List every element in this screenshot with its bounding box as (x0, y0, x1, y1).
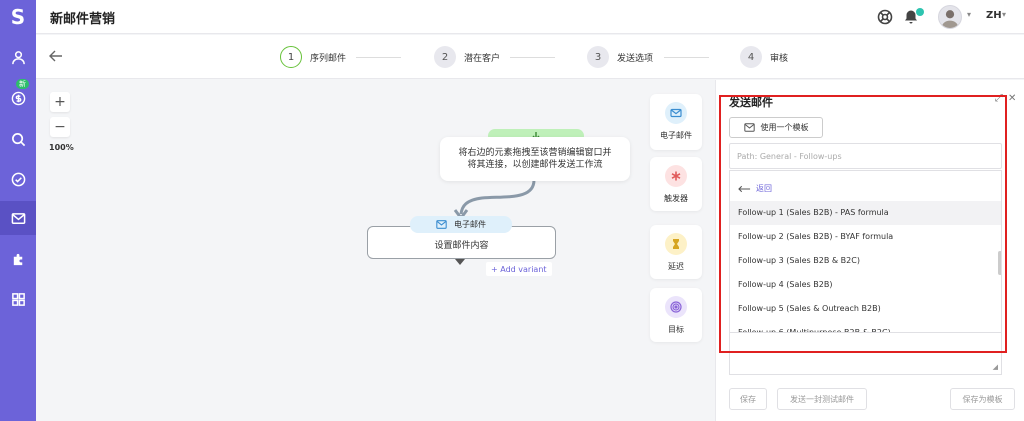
email-node-text: 设置邮件内容 (434, 241, 489, 251)
email-node-tag-label: 电子邮件 (454, 220, 486, 229)
support-icon[interactable] (877, 9, 893, 25)
tool-goal[interactable]: 目标 (650, 288, 702, 342)
sidebar: S 新 (0, 0, 36, 421)
zoom-out-button[interactable]: − (50, 117, 70, 137)
tool-icon-bg (665, 233, 687, 255)
back-link[interactable]: 返回 (738, 183, 772, 194)
template-item[interactable]: Follow-up 2 (Sales B2B) - BYAF formula (730, 225, 1001, 249)
workflow-canvas[interactable]: + − 100% 将右边的元素拖拽至该营销编辑窗口并 将其连接，以创建邮件发送工… (36, 80, 714, 421)
template-item[interactable]: Follow-up 4 (Sales B2B) (730, 273, 1001, 297)
tool-label: 电子邮件 (660, 131, 692, 140)
check-circle-icon (11, 172, 25, 186)
step-4[interactable]: 4 审核 (740, 46, 788, 68)
sidebar-item-integrations[interactable] (0, 242, 36, 276)
step-number: 4 (740, 46, 762, 68)
add-variant-button[interactable]: + Add variant (486, 262, 552, 276)
sidebar-item-search[interactable] (0, 122, 36, 156)
panel-title: 发送邮件 (729, 96, 773, 109)
arrow-left-icon (738, 185, 751, 192)
template-item[interactable]: Follow-up 3 (Sales B2B & B2C) (730, 249, 1001, 273)
step-1[interactable]: 1 序列邮件 (280, 46, 346, 68)
mail-icon (11, 212, 25, 224)
avatar-caret-icon[interactable]: ▾ (967, 10, 971, 19)
template-item[interactable]: Follow-up 5 (Sales & Outreach B2B) (730, 297, 1001, 321)
user-initials[interactable]: ZH (986, 10, 1002, 21)
stepper: 1 序列邮件 2 潜在客户 3 发送选项 4 审核 (36, 35, 1024, 79)
resize-handle-icon[interactable]: ◢ (993, 363, 998, 371)
email-body-textarea[interactable]: ◢ (729, 333, 1002, 375)
step-label: 审核 (770, 53, 789, 64)
app-logo[interactable]: S (0, 0, 36, 34)
notification-dot (916, 8, 924, 16)
email-node-tag[interactable]: 电子邮件 (410, 216, 512, 233)
zoom-in-button[interactable]: + (50, 92, 70, 112)
tool-trigger[interactable]: 触发器 (650, 157, 702, 211)
tool-label: 触发器 (664, 194, 688, 203)
sidebar-item-email[interactable] (0, 201, 36, 235)
puzzle-icon (13, 253, 22, 265)
avatar[interactable] (938, 5, 962, 29)
grid-icon (11, 292, 25, 306)
tool-delay[interactable]: 延迟 (650, 225, 702, 279)
template-dropdown[interactable]: 返回 Follow-up 1 (Sales B2B) - PAS formula… (729, 170, 1002, 333)
hint-line: 将右边的元素拖拽至该营销编辑窗口并 (458, 148, 612, 158)
template-item[interactable]: Follow-up 1 (Sales B2B) - PAS formula (730, 201, 1001, 225)
avatar-person-icon (941, 10, 959, 28)
send-email-panel: 发送邮件 ⤢ ✕ 使用一个模板 Path: General - Follow-u… (715, 80, 1024, 421)
user-icon (11, 50, 25, 64)
step-connector (510, 57, 555, 58)
page-title: 新邮件营销 (50, 12, 116, 27)
hourglass-icon (673, 239, 679, 249)
use-template-button[interactable]: 使用一个模板 (729, 117, 823, 138)
top-header: 新邮件营销 ▾ ZH ▾ (36, 0, 1024, 34)
tool-email[interactable]: 电子邮件 (650, 94, 702, 150)
step-number: 3 (587, 46, 609, 68)
step-3[interactable]: 3 发送选项 (587, 46, 653, 68)
mail-icon (743, 123, 755, 132)
expand-icon[interactable]: ⤢ (995, 93, 1003, 104)
sidebar-item-apps[interactable] (0, 282, 36, 316)
step-2[interactable]: 2 潜在客户 (434, 46, 500, 68)
template-item[interactable]: Follow-up 6 (Multipurpose B2B & B2C) (730, 321, 1001, 332)
sidebar-item-tasks[interactable] (0, 162, 36, 196)
step-connector (356, 57, 401, 58)
connector-line (453, 179, 536, 221)
search-icon (11, 132, 25, 146)
sidebar-item-deals[interactable] (0, 81, 36, 115)
dropdown-scrollbar[interactable] (998, 251, 1001, 275)
zoom-level: 100% (49, 143, 74, 152)
back-arrow-icon[interactable] (48, 48, 64, 64)
hint-box: 将右边的元素拖拽至该营销编辑窗口并 将其连接，以创建邮件发送工作流 (440, 137, 630, 181)
back-label: 返回 (756, 184, 772, 193)
tool-icon-bg (665, 102, 687, 124)
save-button[interactable]: 保存 (729, 388, 767, 410)
mail-icon (670, 108, 682, 118)
step-label: 序列邮件 (310, 53, 347, 64)
hint-line: 将其连接，以创建邮件发送工作流 (467, 160, 603, 170)
step-label: 发送选项 (617, 53, 654, 64)
dollar-icon (11, 91, 25, 105)
asterisk-icon (671, 171, 681, 181)
step-number: 2 (434, 46, 456, 68)
step-label: 潜在客户 (464, 53, 501, 64)
target-icon (670, 301, 682, 313)
send-test-email-button[interactable]: 发送一封测试邮件 (777, 388, 867, 410)
use-template-label: 使用一个模板 (760, 123, 809, 132)
mail-icon (436, 220, 447, 229)
tool-icon-bg (665, 296, 687, 318)
tool-label: 延迟 (668, 262, 684, 271)
step-number: 1 (280, 46, 302, 68)
step-connector (664, 57, 709, 58)
save-as-template-button[interactable]: 保存为模板 (950, 388, 1015, 410)
template-path: Path: General - Follow-ups (729, 143, 1002, 169)
node-caret-icon (455, 259, 465, 265)
tool-icon-bg (665, 165, 687, 187)
user-caret-icon[interactable]: ▾ (1002, 10, 1006, 19)
tool-label: 目标 (668, 325, 684, 334)
sidebar-item-contacts[interactable] (0, 40, 36, 74)
close-icon[interactable]: ✕ (1008, 93, 1016, 104)
